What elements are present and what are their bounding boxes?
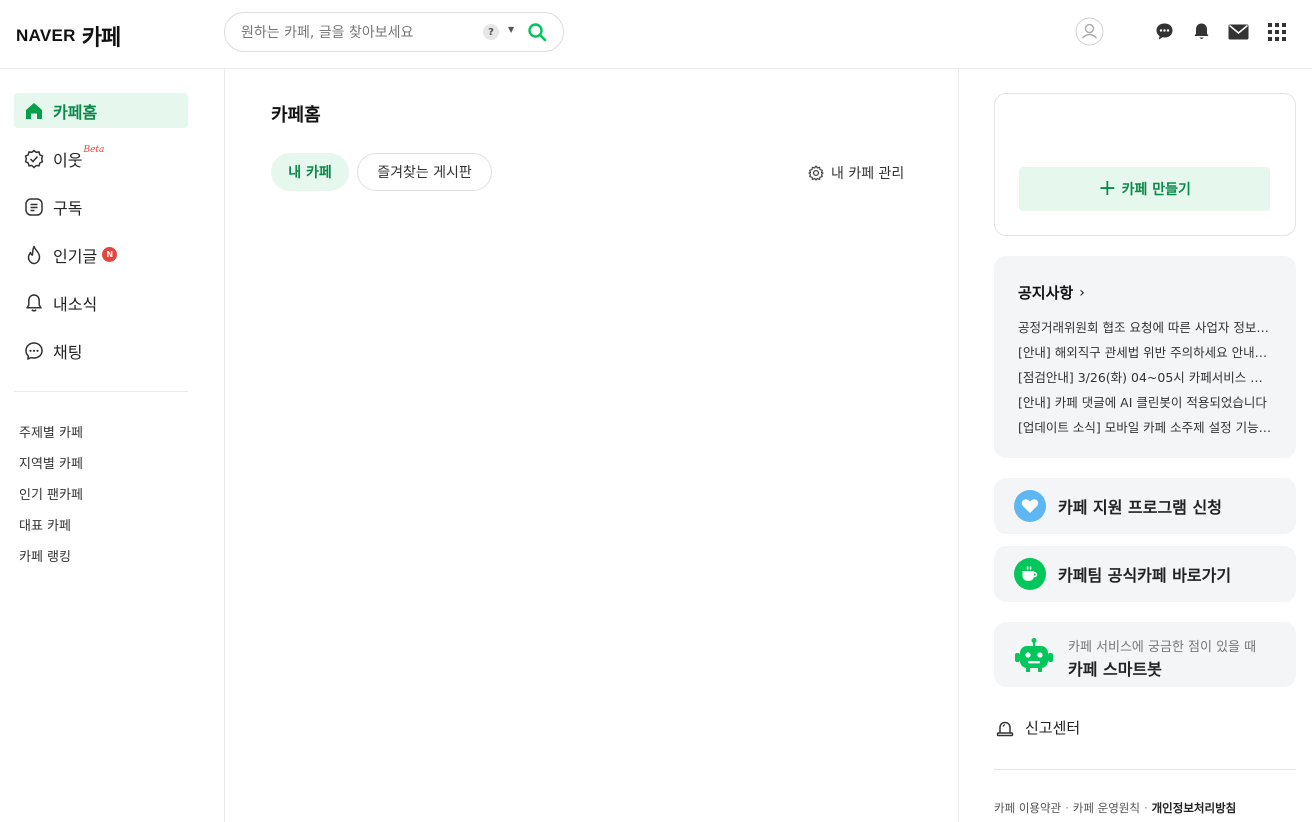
sub-item-region-cafe[interactable]: 지역별 카페 xyxy=(19,453,83,472)
mail-icon[interactable] xyxy=(1228,24,1249,44)
notice-title-link[interactable]: 공지사항 › xyxy=(1018,282,1085,303)
footer-privacy-link[interactable]: 개인정보처리방침 xyxy=(1152,801,1237,815)
nav-label: 이웃 xyxy=(53,150,83,170)
footer-policy-link[interactable]: 카페 운영원칙 xyxy=(1073,801,1140,815)
search-bar: ? ▼ xyxy=(224,12,564,52)
nav-item-cafe-home[interactable]: 카페홈 xyxy=(14,93,188,128)
naver-cafe-logo[interactable]: NAVER 카페 xyxy=(16,20,121,52)
beta-label: Beta xyxy=(83,144,105,155)
tab-my-cafe[interactable]: 내 카페 xyxy=(271,153,349,191)
profile-avatar-icon[interactable] xyxy=(1075,17,1104,50)
sub-item-fan-cafe[interactable]: 인기 팬카페 xyxy=(19,484,83,503)
page-title: 카페홈 xyxy=(271,105,321,126)
support-program-label: 카페 지원 프로그램 신청 xyxy=(1058,498,1222,517)
heart-icon xyxy=(1014,490,1046,522)
siren-icon xyxy=(996,721,1014,736)
gear-icon xyxy=(808,165,824,181)
cafe-cup-icon xyxy=(1014,558,1046,590)
caret-down-icon[interactable]: ▼ xyxy=(508,25,514,34)
bell-notification-icon[interactable] xyxy=(1192,22,1211,45)
nav-item-my-news[interactable]: 내소식 xyxy=(14,285,188,320)
sidebar-divider xyxy=(14,391,188,392)
right-column: + 카페 만들기 공지사항 › 공정거래위원회 협조 요청에 따른 사업자 정보… xyxy=(958,69,1312,822)
chevron-right-icon: › xyxy=(1079,284,1085,301)
top-header: NAVER 카페 ? ▼ xyxy=(0,0,1312,69)
footer-terms-link[interactable]: 카페 이용약관 xyxy=(994,801,1061,815)
notice-item[interactable]: [점검안내] 3/26(화) 04~05시 카페서비스 점검 안내 xyxy=(1018,367,1272,386)
logo-naver-text: NAVER xyxy=(16,26,76,45)
footer-links: 카페 이용약관 · 카페 운영원칙 · 개인정보처리방침 xyxy=(994,800,1236,816)
subscribe-icon xyxy=(24,197,44,217)
footer-separator: · xyxy=(1065,801,1069,815)
bell-icon xyxy=(24,293,44,313)
create-cafe-button[interactable]: + 카페 만들기 xyxy=(1019,167,1270,211)
notice-item[interactable]: [안내] 카페 댓글에 AI 클린봇이 적용되었습니다 xyxy=(1018,392,1272,411)
nav-label: 인기글 xyxy=(53,246,98,266)
nav-item-neighbors[interactable]: 이웃 Beta xyxy=(14,141,188,176)
plus-icon: + xyxy=(1098,176,1117,201)
official-cafe-label: 카페팀 공식카페 바로가기 xyxy=(1058,566,1232,585)
notice-item[interactable]: [안내] 해외직구 관세법 위반 주의하세요 안내드립니다 xyxy=(1018,342,1272,361)
support-program-card[interactable]: 카페 지원 프로그램 신청 xyxy=(994,478,1296,534)
report-center-label: 신고센터 xyxy=(1025,719,1081,737)
smart-bot-title: 카페 스마트봇 xyxy=(1068,660,1162,679)
sub-item-representative-cafe[interactable]: 대표 카페 xyxy=(19,515,71,534)
nav-label: 카페홈 xyxy=(53,102,98,122)
sub-item-topic-cafe[interactable]: 주제별 카페 xyxy=(19,422,83,441)
report-center-link[interactable]: 신고센터 xyxy=(996,717,1080,738)
nav-label: 구독 xyxy=(53,198,83,218)
notice-title-text: 공지사항 xyxy=(1018,284,1074,302)
create-cafe-box: + 카페 만들기 xyxy=(994,93,1296,236)
robot-icon xyxy=(1014,638,1054,676)
create-cafe-label: 카페 만들기 xyxy=(1121,182,1191,198)
notice-item[interactable]: [업데이트 소식] 모바일 카페 소주제 설정 기능 안내 xyxy=(1018,417,1272,436)
manage-label: 내 카페 관리 xyxy=(831,166,905,182)
search-icon[interactable] xyxy=(527,22,547,46)
chat-bubble-icon[interactable] xyxy=(1155,22,1174,45)
manage-my-cafe-button[interactable]: 내 카페 관리 xyxy=(808,163,904,183)
new-badge: N xyxy=(102,247,118,262)
apps-grid-icon[interactable] xyxy=(1268,23,1286,45)
left-sidebar: 카페홈 이웃 Beta 구독 인기글 N 내소식 채팅 주제별 카페 지역별 카… xyxy=(0,69,225,822)
sub-item-cafe-ranking[interactable]: 카페 랭킹 xyxy=(19,546,71,565)
main-content: 카페홈 내 카페 즐겨찾는 게시판 내 카페 관리 xyxy=(225,69,958,822)
smart-bot-card[interactable]: 카페 서비스에 궁금한 점이 있을 때 카페 스마트봇 xyxy=(994,622,1296,687)
search-help-icon[interactable]: ? xyxy=(483,24,499,40)
nav-item-chat[interactable]: 채팅 xyxy=(14,333,188,368)
nav-item-subscribe[interactable]: 구독 xyxy=(14,189,188,224)
logo-cafe-text: 카페 xyxy=(81,26,121,51)
nav-label: 내소식 xyxy=(53,294,98,314)
nav-item-popular[interactable]: 인기글 N xyxy=(14,237,188,272)
notice-box: 공지사항 › 공정거래위원회 협조 요청에 따른 사업자 정보 공개 안내 [안… xyxy=(994,256,1296,458)
fire-icon xyxy=(24,245,44,265)
right-divider xyxy=(994,769,1296,770)
nav-label: 채팅 xyxy=(53,342,83,362)
notice-item[interactable]: 공정거래위원회 협조 요청에 따른 사업자 정보 공개 안내 xyxy=(1018,317,1272,336)
smart-bot-subtitle: 카페 서비스에 궁금한 점이 있을 때 xyxy=(1068,640,1257,655)
tab-favorite-boards[interactable]: 즐겨찾는 게시판 xyxy=(357,153,492,191)
official-cafe-card[interactable]: 카페팀 공식카페 바로가기 xyxy=(994,546,1296,602)
footer-separator: · xyxy=(1143,801,1148,815)
chat-icon xyxy=(24,341,44,361)
search-input[interactable] xyxy=(241,22,471,44)
check-badge-icon xyxy=(24,149,44,169)
home-icon xyxy=(24,101,44,121)
